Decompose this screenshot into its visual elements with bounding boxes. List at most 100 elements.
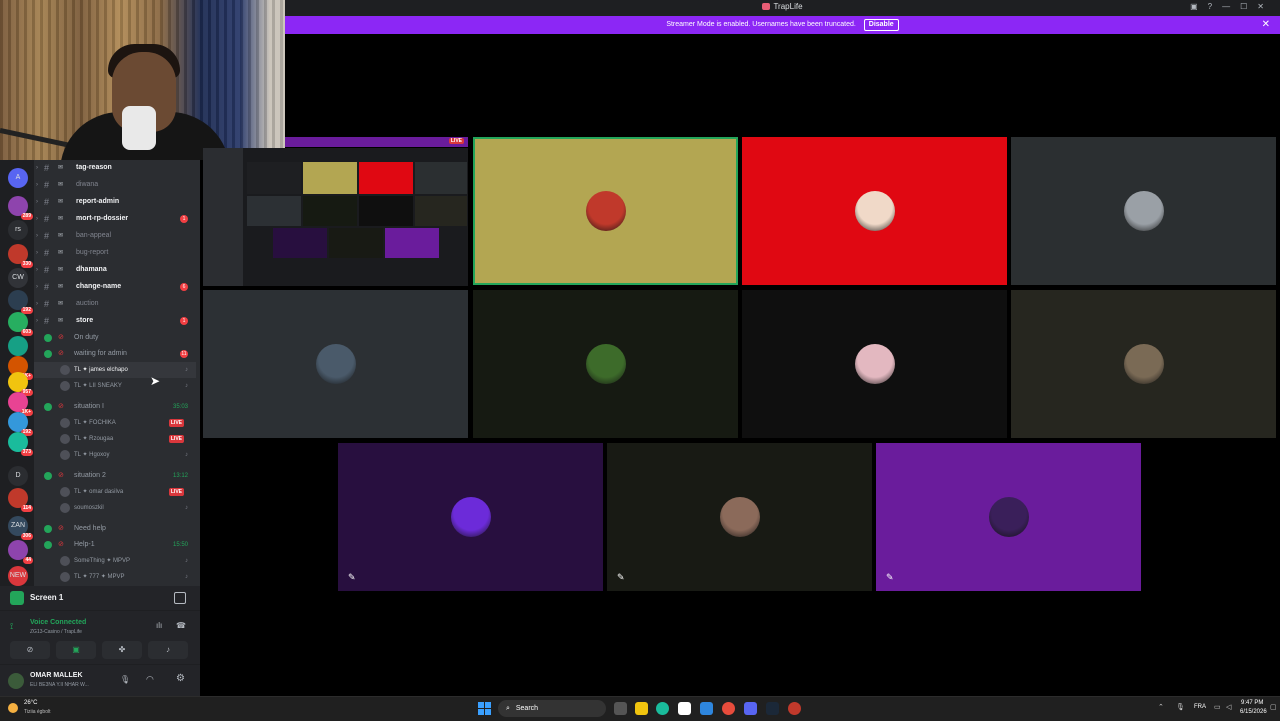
server-icon[interactable]: CW	[8, 268, 28, 288]
voice-user[interactable]: TL ✦ Rzougaa LIVE	[34, 431, 196, 447]
stream-preview-tile[interactable]	[203, 148, 468, 286]
chevron-right-icon: ›	[36, 233, 38, 239]
stream-tile-black[interactable]	[742, 290, 1007, 438]
taskbar-search[interactable]: ⌕ Search	[498, 700, 606, 717]
server-icon[interactable]: 957	[8, 372, 33, 396]
voice-user[interactable]: TL ✦ james elchapo ♪	[34, 362, 196, 378]
store-icon[interactable]	[678, 702, 691, 715]
server-icon[interactable]: 192	[8, 412, 33, 436]
voice-channel-item[interactable]: ⊘ On duty	[34, 330, 196, 346]
server-icon[interactable]: 44	[8, 540, 33, 564]
app-icon[interactable]	[788, 702, 801, 715]
server-icon[interactable]: 192	[8, 290, 33, 314]
server-icon[interactable]: A	[8, 168, 28, 188]
camera-off-button[interactable]: ⊘	[10, 641, 50, 659]
channel-item[interactable]: › # ✉ tag-reason	[34, 160, 196, 176]
mic-icon[interactable]: 🎙	[120, 675, 130, 684]
voice-channel-item[interactable]: ⊘ Help-1 15:50	[34, 537, 196, 553]
server-icon[interactable]: 330	[8, 244, 33, 268]
voice-user-name: TL ✦ omar dasilva	[74, 489, 124, 495]
headphones-icon[interactable]: ◠	[146, 674, 154, 685]
server-icon[interactable]: ZAN 306	[8, 516, 33, 540]
activities-button[interactable]: ✤	[102, 641, 142, 659]
stream-tile-dkgreen[interactable]	[473, 290, 738, 438]
voice-user[interactable]: TL ✦ Hgoxoy ♪	[34, 447, 196, 463]
task-view-icon[interactable]	[614, 702, 627, 715]
disable-streamer-mode-button[interactable]: Disable	[863, 19, 899, 31]
mic-tray-icon[interactable]: 🎙	[1176, 703, 1185, 711]
server-icon[interactable]: 373	[8, 432, 33, 456]
voice-channel-item[interactable]: ⊘ Need help	[34, 521, 196, 537]
weather-temp[interactable]: 26°C	[24, 700, 37, 706]
stream-tile-gray2[interactable]	[203, 290, 468, 438]
stream-tile-red[interactable]	[742, 137, 1007, 285]
weather-text[interactable]: Tiziia égbolt	[24, 709, 51, 715]
screen-share-button[interactable]: ▣	[56, 641, 96, 659]
voice-user[interactable]: soumoszkil ♪	[34, 500, 196, 516]
voice-user[interactable]: SomeThing ✦ MPVP ♪	[34, 553, 196, 569]
stream-tile-olive[interactable]	[1011, 290, 1276, 438]
discord-icon[interactable]	[744, 702, 757, 715]
notification-icon[interactable]: ▢	[1270, 703, 1277, 711]
server-icon[interactable]	[8, 336, 28, 356]
stream-tile-gold[interactable]	[473, 137, 738, 285]
file-explorer-icon[interactable]	[635, 702, 648, 715]
server-icon[interactable]: 603	[8, 312, 33, 336]
network-icon[interactable]: ▭	[1214, 703, 1221, 711]
search-icon: ⌕	[506, 705, 510, 712]
disconnect-icon[interactable]: ☎	[176, 621, 186, 630]
channel-item[interactable]: › # ✉ diwana	[34, 177, 196, 193]
channel-item[interactable]: › # ✉ dhamana	[34, 262, 196, 278]
muted-mic-icon: ✎	[617, 572, 625, 582]
noise-suppression-icon[interactable]: ılı	[156, 621, 162, 630]
mail-icon[interactable]	[700, 702, 713, 715]
user-avatar[interactable]	[8, 673, 24, 689]
window-controls[interactable]: ▣?—☐✕	[1190, 2, 1274, 11]
popout-icon[interactable]	[174, 592, 186, 604]
channel-item[interactable]: › # ✉ mort-rp-dossier 1	[34, 211, 196, 227]
server-icon[interactable]: 289	[8, 196, 33, 220]
channel-item[interactable]: › # ✉ auction	[34, 296, 196, 312]
channel-item[interactable]: › # ✉ bug-report	[34, 245, 196, 261]
server-icon[interactable]: rs	[8, 220, 28, 240]
channel-item[interactable]: › # ✉ change-name 6	[34, 279, 196, 295]
server-icon[interactable]: 1K+	[8, 392, 33, 416]
muted-mic-icon: ✎	[886, 572, 894, 582]
tray-chevron-icon[interactable]: ⌃	[1158, 703, 1164, 711]
voice-channel[interactable]: ZG13-Casino / TrapLife	[30, 629, 82, 635]
voice-user[interactable]: TL ✦ 777 ✦ MPVP ♪	[34, 569, 196, 585]
volume-icon[interactable]: ◁	[1226, 703, 1231, 711]
language-indicator[interactable]: FRA	[1194, 704, 1206, 710]
stream-tile-purple2[interactable]: ✎	[876, 443, 1141, 591]
voice-user[interactable]: TL ✦ omar dasilva LIVE	[34, 484, 196, 500]
weather-icon[interactable]	[8, 703, 18, 713]
clock-date[interactable]: 6/15/2026	[1240, 709, 1267, 715]
clock-time[interactable]: 9:47 PM	[1241, 700, 1263, 706]
steam-icon[interactable]	[766, 702, 779, 715]
voice-user[interactable]: TL ✦ LII SNEAKY ♪	[34, 378, 196, 394]
preview-sidebar	[203, 148, 243, 286]
start-button[interactable]	[478, 702, 491, 715]
channel-item[interactable]: › # ✉ store 1	[34, 313, 196, 329]
voice-user[interactable]: TL ✦ FOCHIKA LIVE	[34, 415, 196, 431]
user-avatar	[1123, 191, 1164, 231]
channel-item[interactable]: › # ✉ ban-appeal	[34, 228, 196, 244]
channel-type-icon: ✉	[58, 318, 64, 324]
stream-tile-gray1[interactable]	[1011, 137, 1276, 285]
stream-tile-purple1[interactable]: ✎	[338, 443, 603, 591]
channel-item[interactable]: › # ✉ report-admin	[34, 194, 196, 210]
voice-status[interactable]: Voice Connected	[30, 619, 86, 626]
voice-channel-item[interactable]: ⊘ waiting for admin 11	[34, 346, 196, 362]
server-icon[interactable]: NEW	[8, 566, 28, 586]
edge-icon[interactable]	[656, 702, 669, 715]
voice-user-name: soumoszkil	[74, 505, 104, 511]
soundboard-button[interactable]: ♪	[148, 641, 188, 659]
voice-channel-item[interactable]: ⊘ situation I 35:03	[34, 399, 196, 415]
settings-gear-icon[interactable]: ⚙	[176, 673, 185, 684]
stream-tile-dark2[interactable]: ✎	[607, 443, 872, 591]
chrome-icon[interactable]	[722, 702, 735, 715]
banner-close-icon[interactable]: ✕	[1262, 16, 1270, 34]
voice-channel-item[interactable]: ⊘ situation 2 13:12	[34, 468, 196, 484]
server-icon[interactable]: D	[8, 466, 28, 486]
server-icon[interactable]: 114	[8, 488, 33, 512]
